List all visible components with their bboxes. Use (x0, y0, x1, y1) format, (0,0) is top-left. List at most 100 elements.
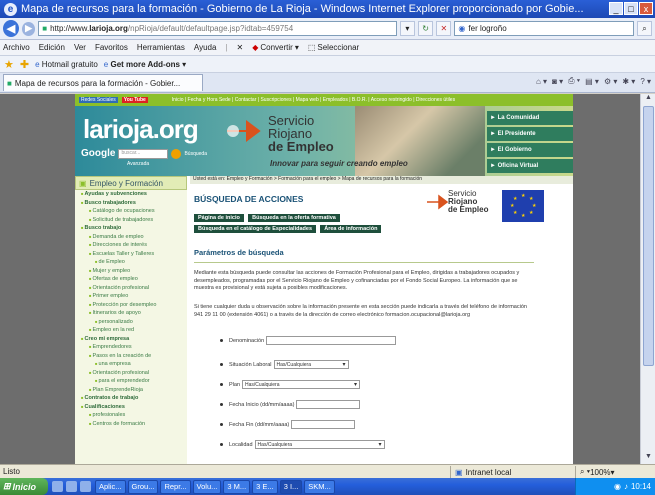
btn-pagina-inicio[interactable]: Página de inicio (194, 214, 244, 222)
nav-presidente[interactable]: ► El Presidente (487, 127, 573, 141)
sidebar-item[interactable]: Catálogo de ocupaciones (75, 207, 187, 216)
sidebar-item[interactable]: Cualificaciones (75, 403, 187, 412)
btn-busqueda-oferta[interactable]: Búsqueda en la oferta formativa (248, 214, 340, 222)
btn-busqueda-catalogo[interactable]: Búsqueda en el catálogo de Especialidade… (194, 225, 317, 233)
google-search-label[interactable]: Búsqueda (184, 151, 207, 157)
maximize-button[interactable]: □ (624, 2, 638, 15)
sidebar-item[interactable]: Direcciones de interés (75, 241, 187, 250)
address-dropdown-icon[interactable]: ▾ (399, 21, 415, 36)
sidebar-item[interactable]: personalizado (75, 318, 187, 327)
tab-mapa-recursos[interactable]: ■ Mapa de recursos para la formación - G… (3, 74, 203, 91)
safety-icon[interactable]: ⚙ ▾ (604, 76, 617, 86)
google-search-input[interactable]: buscar... (118, 148, 169, 159)
taskbar-item[interactable]: 3 M... (223, 479, 251, 494)
print-icon[interactable]: ⎙ ▾ (568, 76, 580, 86)
sidebar-item[interactable]: profesionales (75, 411, 187, 420)
sidebar-item[interactable]: Contratos de trabajo (75, 394, 187, 403)
sidebar-item[interactable]: Ofertas de empleo (75, 275, 187, 284)
sidebar-item[interactable]: Creo mi empresa (75, 335, 187, 344)
menu-herramientas[interactable]: Herramientas (137, 43, 185, 52)
sidebar-item[interactable]: Emprendedores (75, 343, 187, 352)
youtube-icon[interactable]: You Tube (121, 97, 148, 103)
sidebar-item[interactable]: Busco trabajo (75, 224, 187, 233)
home-icon[interactable]: ⌂ ▾ (536, 76, 547, 86)
zoom-control[interactable]: ⌕ ▾ 100% ▾ (575, 466, 619, 478)
sidebar-item[interactable]: Orientación profesional (75, 369, 187, 378)
back-button[interactable]: ◀ (3, 20, 20, 37)
fecha-fin-input[interactable] (291, 420, 356, 429)
sidebar-item[interactable]: Escuelas Taller y Talleres (75, 250, 187, 259)
advanced-search-link[interactable]: Avanzada (127, 161, 149, 167)
quick-launch-icon[interactable] (66, 481, 77, 492)
sidebar-item[interactable]: para el emprendedor (75, 377, 187, 386)
page-menu-icon[interactable]: ▤ ▾ (585, 76, 599, 86)
larioja-logo[interactable]: larioja.org (83, 114, 199, 145)
taskbar-item[interactable]: Grou... (127, 479, 159, 494)
taskbar-item[interactable]: Repr... (160, 479, 191, 494)
select-button[interactable]: ⬚ Seleccionar (308, 43, 359, 52)
taskbar-item[interactable]: Volu... (192, 479, 222, 494)
stop-button[interactable]: ✕ (436, 21, 452, 36)
top-links[interactable]: Inicio | Fecha y Hora Sede | Contactar |… (172, 97, 502, 103)
sidebar-item[interactable]: Itinerarios de apoyo (75, 309, 187, 318)
fecha-inicio-input[interactable] (296, 400, 361, 409)
search-input[interactable]: ◉ fer logroño (454, 21, 634, 36)
taskbar-item-active[interactable]: 3 I... (279, 479, 303, 494)
fav-addons[interactable]: e Get more Add-ons ▾ (104, 60, 186, 69)
minimize-button[interactable]: _ (609, 2, 623, 15)
taskbar-item[interactable]: Aplic... (95, 479, 126, 494)
sidebar-item[interactable]: Orientación profesional (75, 284, 187, 293)
social-badge[interactable]: Redes Sociales (79, 97, 118, 103)
sidebar-item[interactable]: Demanda de empleo (75, 233, 187, 242)
refresh-button[interactable]: ↻ (418, 21, 434, 36)
btn-area-informacion[interactable]: Área de información (320, 225, 382, 233)
taskbar-item[interactable]: SKM... (304, 479, 335, 494)
scroll-up-icon[interactable]: ▲ (641, 94, 655, 105)
sidebar-item[interactable]: una empresa (75, 360, 187, 369)
start-button[interactable]: ⊞ Inicio (0, 478, 48, 495)
quick-launch-icon[interactable] (52, 481, 63, 492)
volume-icon[interactable]: ♪ (624, 482, 628, 491)
google-go-icon[interactable] (171, 148, 182, 159)
nav-gobierno[interactable]: ► El Gobierno (487, 143, 573, 157)
tools-icon[interactable]: ✱ ▾ (622, 76, 635, 86)
sidebar-item[interactable]: Plan EmprendeRioja (75, 386, 187, 395)
quick-launch-icon[interactable] (80, 481, 91, 492)
sidebar-item[interactable]: Primer empleo (75, 292, 187, 301)
help-icon[interactable]: ? ▾ (640, 76, 651, 86)
forward-button[interactable]: ▶ (22, 21, 36, 36)
feeds-icon[interactable]: ◙ ▾ (552, 76, 563, 86)
situacion-select[interactable]: Has/Cualquiera (273, 360, 349, 369)
address-input[interactable]: ■ http://www. larioja.org/npRioja/default… (38, 21, 397, 36)
scroll-down-icon[interactable]: ▼ (641, 453, 655, 464)
nav-comunidad[interactable]: ► La Comunidad (487, 111, 573, 125)
fav-hotmail[interactable]: e Hotmail gratuito (35, 60, 98, 69)
vertical-scrollbar[interactable]: ▲ ▼ (640, 94, 655, 464)
sidebar-item[interactable]: Centros de formación (75, 420, 187, 429)
menu-ver[interactable]: Ver (74, 43, 86, 52)
taskbar-item[interactable]: 3 E... (252, 479, 278, 494)
menu-ayuda[interactable]: Ayuda (194, 43, 217, 52)
localidad-select[interactable]: Has/Cualquiera (254, 440, 385, 449)
sidebar-item[interactable]: Protección por desempleo (75, 301, 187, 310)
plan-select[interactable]: Has/Cualquiera (242, 380, 361, 389)
tray-icon[interactable]: ◉ (614, 482, 621, 491)
denominacion-input[interactable] (266, 336, 397, 345)
sidebar-item[interactable]: Busco trabajadores (75, 199, 187, 208)
security-zone[interactable]: ▣ Intranet local (450, 466, 515, 478)
scrollbar-thumb[interactable] (643, 106, 654, 366)
sidebar-item[interactable]: Mujer y empleo (75, 267, 187, 276)
search-button[interactable]: ⌕ (636, 21, 653, 36)
convert-button[interactable]: ◆ Convertir ▾ (252, 43, 299, 52)
menu-edicion[interactable]: Edición (39, 43, 65, 52)
add-favorites-icon[interactable]: ✚ (20, 58, 29, 71)
menu-archivo[interactable]: Archivo (3, 43, 30, 52)
sidebar-item[interactable]: Pasos en la creación de (75, 352, 187, 361)
favorites-star-icon[interactable]: ★ (4, 58, 14, 71)
menu-favoritos[interactable]: Favoritos (95, 43, 128, 52)
nav-oficina-virtual[interactable]: ► Oficina Virtual (487, 159, 573, 173)
sidebar-item[interactable]: Solicitud de trabajadores (75, 216, 187, 225)
sidebar-item[interactable]: Empleo en la red (75, 326, 187, 335)
close-button[interactable]: x (639, 2, 653, 15)
menu-close-icon[interactable]: ✕ (237, 43, 244, 52)
